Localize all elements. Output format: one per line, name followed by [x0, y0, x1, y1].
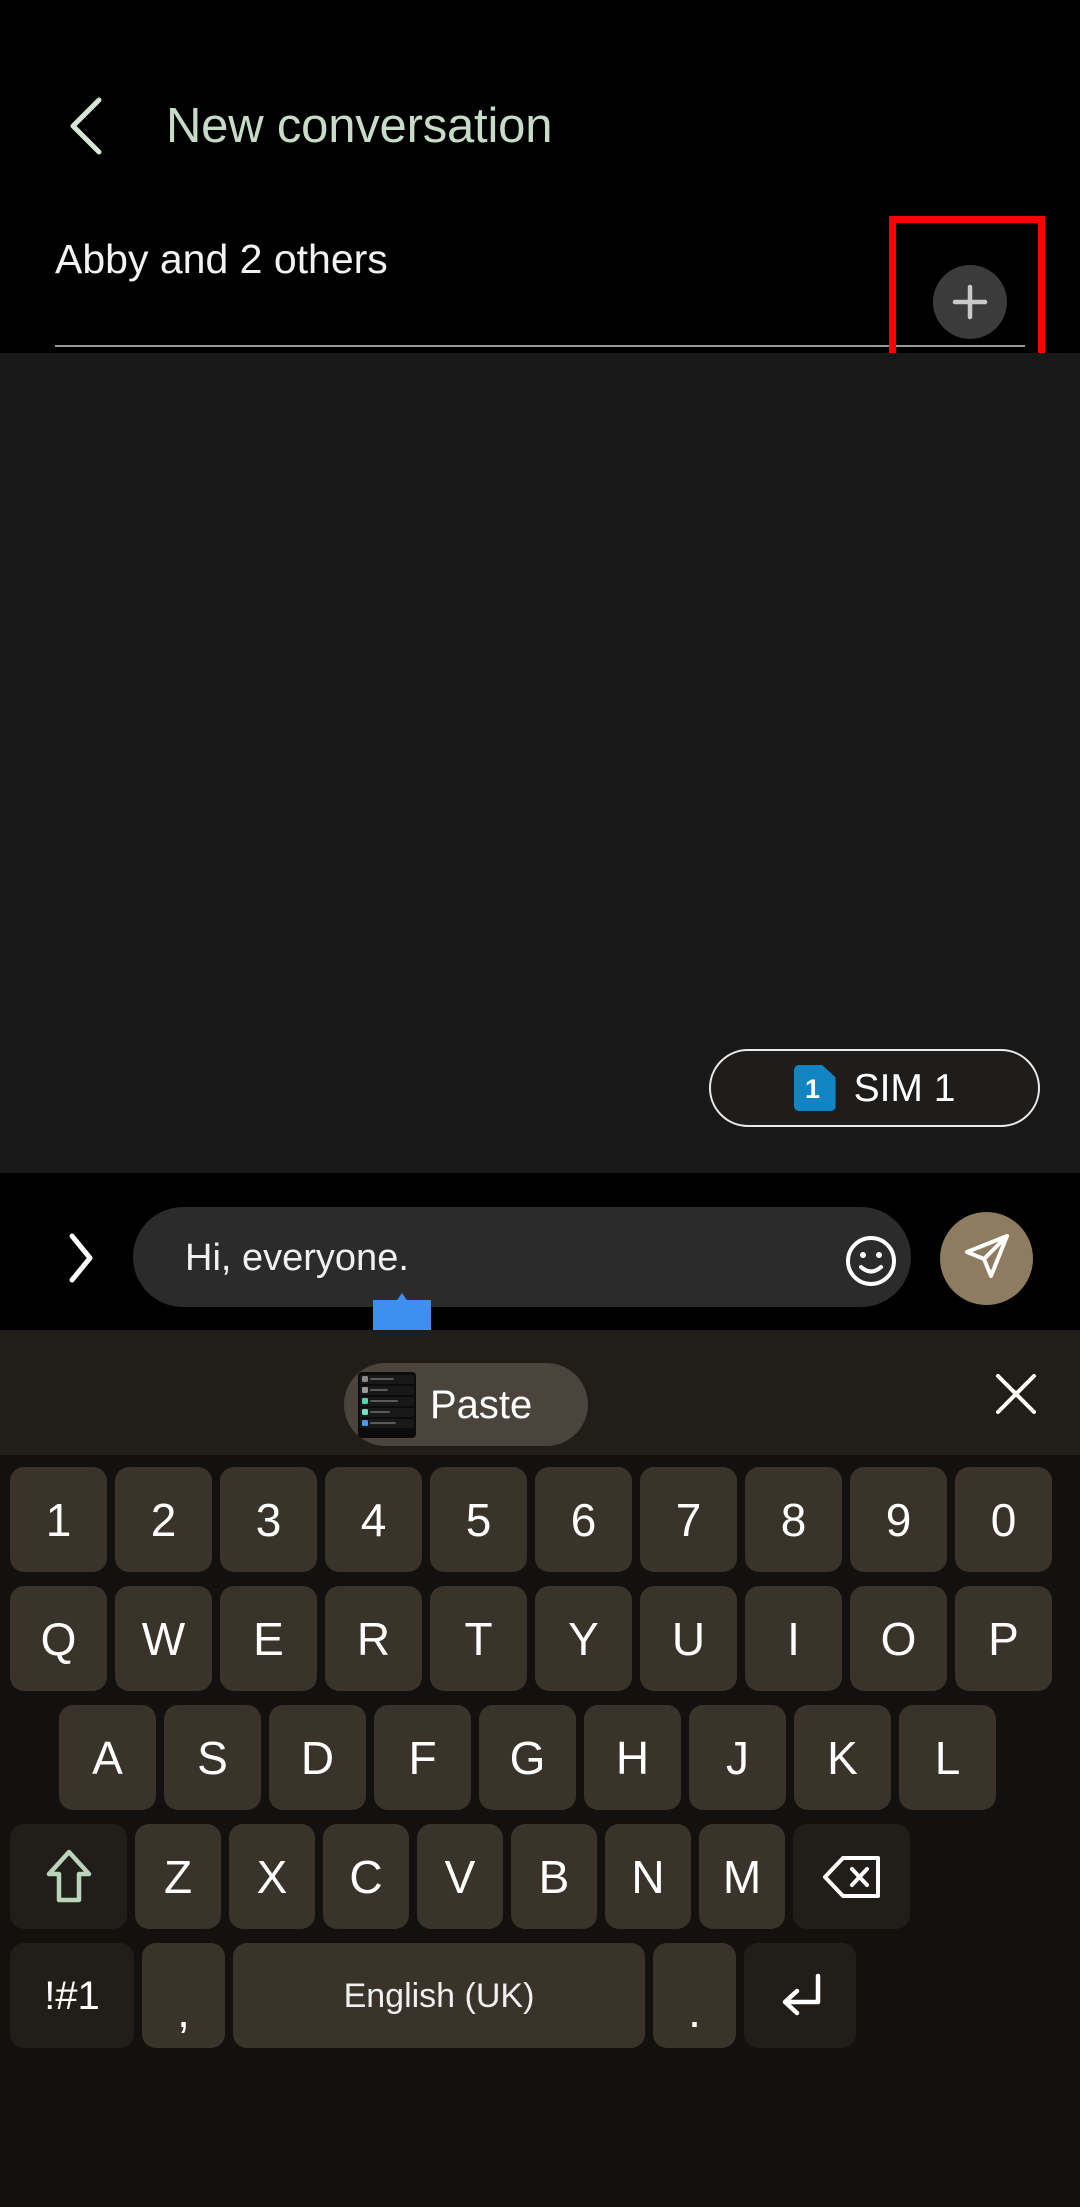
key-5[interactable]: 5 — [430, 1467, 527, 1572]
key-k[interactable]: K — [794, 1705, 891, 1810]
key-t[interactable]: T — [430, 1586, 527, 1691]
sim-card-icon: 1 — [793, 1065, 836, 1111]
key-shift[interactable] — [10, 1824, 127, 1929]
key-6[interactable]: 6 — [535, 1467, 632, 1572]
on-screen-keyboard: 1 2 3 4 5 6 7 8 9 0 Q W E R T Y U I O P … — [0, 1455, 1080, 2207]
key-comma[interactable]: , — [142, 1943, 225, 2048]
chevron-left-icon — [65, 95, 111, 157]
keyboard-row-top: Q W E R T Y U I O P — [0, 1586, 1080, 1691]
backspace-delete-icon — [821, 1854, 883, 1900]
key-q[interactable]: Q — [10, 1586, 107, 1691]
phone-screen: New conversation Abby and 2 others 1 SIM… — [0, 0, 1080, 2207]
key-c[interactable]: C — [323, 1824, 409, 1929]
key-g[interactable]: G — [479, 1705, 576, 1810]
key-v[interactable]: V — [417, 1824, 503, 1929]
key-symbols[interactable]: !#1 — [10, 1943, 134, 2048]
key-j[interactable]: J — [689, 1705, 786, 1810]
key-p[interactable]: P — [955, 1586, 1052, 1691]
back-button[interactable] — [52, 90, 124, 162]
key-i[interactable]: I — [745, 1586, 842, 1691]
app-bar: New conversation — [0, 0, 1080, 200]
keyboard-row-bottom-letters: Z X C V B N M — [0, 1824, 1080, 1929]
key-4[interactable]: 4 — [325, 1467, 422, 1572]
shift-arrow-up-icon — [43, 1846, 95, 1908]
paste-label: Paste — [430, 1382, 533, 1427]
close-suggestion-button[interactable] — [985, 1365, 1047, 1427]
send-paper-plane-icon — [959, 1228, 1015, 1289]
key-8[interactable]: 8 — [745, 1467, 842, 1572]
add-recipient-button[interactable] — [933, 265, 1007, 339]
send-button[interactable] — [940, 1212, 1033, 1305]
key-w[interactable]: W — [115, 1586, 212, 1691]
key-o[interactable]: O — [850, 1586, 947, 1691]
sim-badge-number: 1 — [805, 1073, 821, 1104]
sim-selector-chip[interactable]: 1 SIM 1 — [709, 1049, 1040, 1127]
key-b[interactable]: B — [511, 1824, 597, 1929]
plus-icon — [948, 280, 992, 324]
key-u[interactable]: U — [640, 1586, 737, 1691]
close-x-icon — [988, 1366, 1044, 1427]
page-title: New conversation — [166, 99, 553, 153]
key-space[interactable]: English (UK) — [233, 1943, 645, 2048]
key-9[interactable]: 9 — [850, 1467, 947, 1572]
key-h[interactable]: H — [584, 1705, 681, 1810]
key-backspace[interactable] — [793, 1824, 910, 1929]
message-text-value[interactable]: Hi, everyone. — [185, 1234, 409, 1282]
key-0[interactable]: 0 — [955, 1467, 1052, 1572]
recipient-underline — [55, 345, 1025, 347]
keyboard-row-function: !#1 , English (UK) . — [0, 1943, 1080, 2048]
key-x[interactable]: X — [229, 1824, 315, 1929]
recipient-input[interactable]: Abby and 2 others — [55, 231, 388, 287]
emoji-smiley-icon — [844, 1236, 898, 1292]
key-n[interactable]: N — [605, 1824, 691, 1929]
key-3[interactable]: 3 — [220, 1467, 317, 1572]
key-s[interactable]: S — [164, 1705, 261, 1810]
key-e[interactable]: E — [220, 1586, 317, 1691]
key-1[interactable]: 1 — [10, 1467, 107, 1572]
emoji-button[interactable] — [844, 1234, 898, 1288]
keyboard-row-home: A S D F G H J K L — [0, 1705, 1080, 1810]
key-m[interactable]: M — [699, 1824, 785, 1929]
key-y[interactable]: Y — [535, 1586, 632, 1691]
key-f[interactable]: F — [374, 1705, 471, 1810]
keyboard-row-numbers: 1 2 3 4 5 6 7 8 9 0 — [0, 1467, 1080, 1572]
key-7[interactable]: 7 — [640, 1467, 737, 1572]
expand-attachments-button[interactable] — [52, 1232, 108, 1288]
key-z[interactable]: Z — [135, 1824, 221, 1929]
key-a[interactable]: A — [59, 1705, 156, 1810]
key-l[interactable]: L — [899, 1705, 996, 1810]
key-2[interactable]: 2 — [115, 1467, 212, 1572]
key-enter[interactable] — [744, 1943, 856, 2048]
recipient-field-row: Abby and 2 others — [0, 200, 1080, 352]
key-r[interactable]: R — [325, 1586, 422, 1691]
key-d[interactable]: D — [269, 1705, 366, 1810]
paste-button[interactable]: Paste — [344, 1363, 588, 1446]
key-period[interactable]: . — [653, 1943, 736, 2048]
clipboard-screenshot-thumbnail — [358, 1371, 416, 1438]
chevron-right-icon — [63, 1232, 97, 1289]
sim-label: SIM 1 — [853, 1066, 956, 1110]
enter-return-icon — [772, 1968, 828, 2024]
